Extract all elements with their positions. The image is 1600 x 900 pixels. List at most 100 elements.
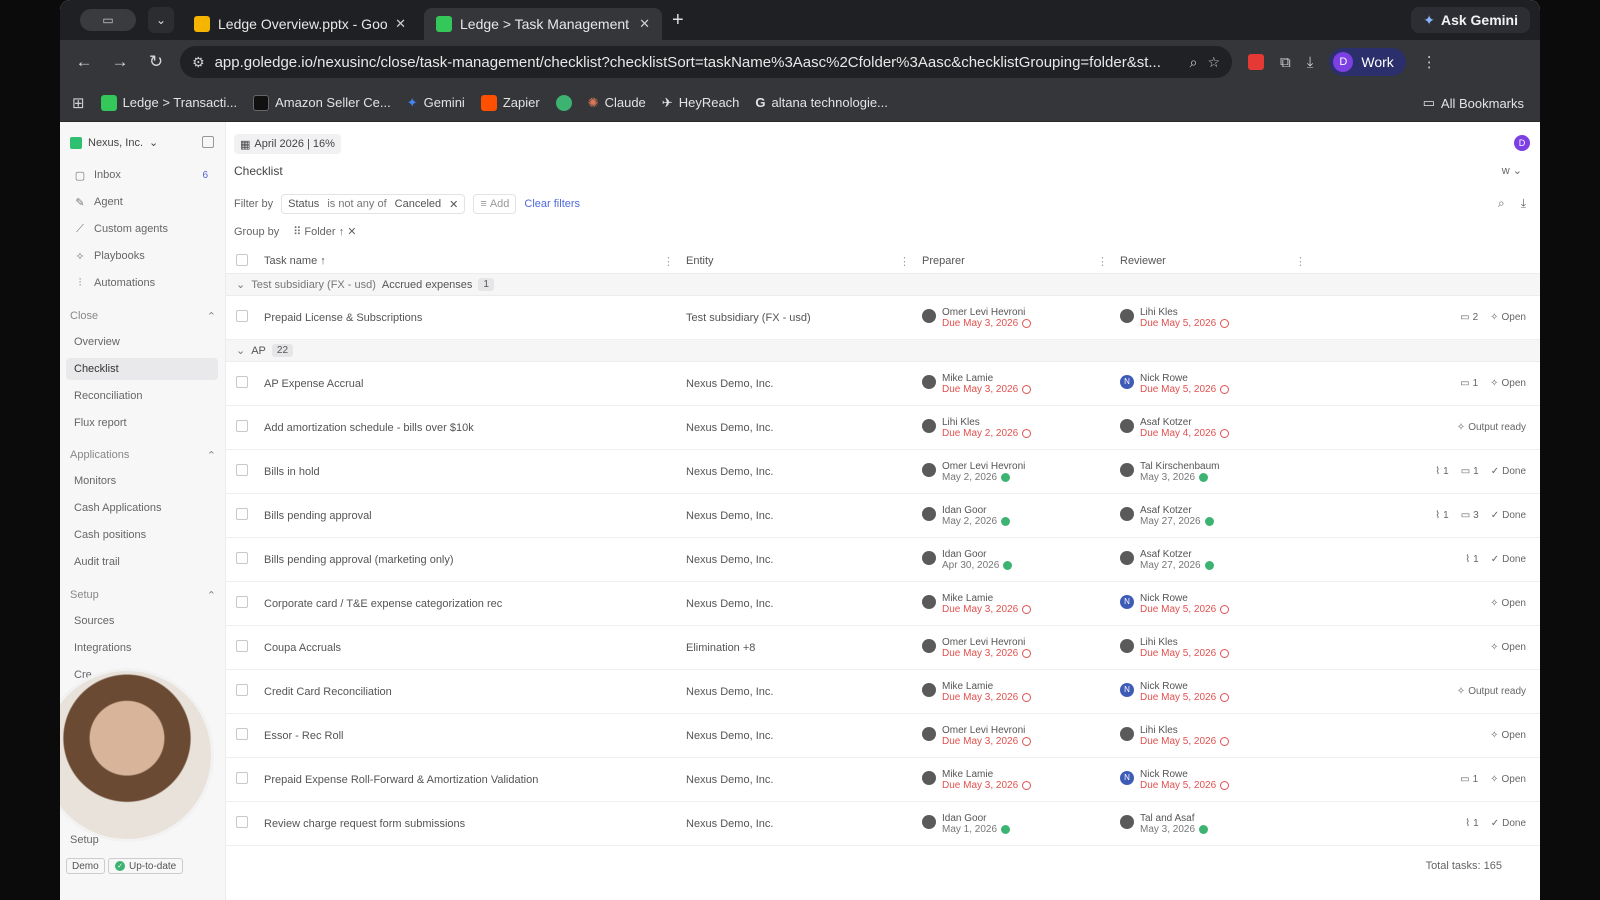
sidebar-collapse-icon[interactable] bbox=[202, 136, 214, 148]
reviewer[interactable]: Lihi Kles Due May 5, 2026 bbox=[1120, 307, 1230, 329]
remove-group-icon[interactable]: ✕ bbox=[347, 226, 356, 238]
preparer-cell[interactable]: Idan Goor May 2, 2026 bbox=[922, 505, 1120, 527]
extensions-puzzle-icon[interactable]: ⧉ bbox=[1280, 54, 1291, 71]
tab-task-management[interactable]: Ledge > Task Management ✕ bbox=[424, 8, 662, 40]
status-badge[interactable]: ✧ Output ready bbox=[1457, 686, 1526, 697]
column-menu-icon[interactable]: ⋮ bbox=[899, 255, 910, 268]
reviewer-cell[interactable]: Tal and Asaf May 3, 2026 bbox=[1120, 813, 1318, 835]
download-icon[interactable]: ⤓ bbox=[1521, 196, 1526, 211]
folder-group-row[interactable]: ⌄ Test subsidiary (FX - usd) Accrued expen… bbox=[226, 274, 1540, 296]
setup-link[interactable]: Setup bbox=[70, 834, 99, 846]
table-row[interactable]: Add amortization schedule - bills over $… bbox=[226, 406, 1540, 450]
attachment-count[interactable]: ⌇ 1 bbox=[1465, 554, 1478, 565]
bookmark-star-icon[interactable]: ☆ bbox=[1207, 54, 1220, 71]
sidebar-item-custom-agents[interactable]: ⟋ Custom agents bbox=[66, 218, 218, 240]
task-name[interactable]: Prepaid License & Subscriptions bbox=[264, 312, 686, 324]
reload-icon[interactable]: ↻ bbox=[138, 52, 174, 72]
status-badge[interactable]: ✧ Output ready bbox=[1457, 422, 1526, 433]
reviewer-cell[interactable]: Asaf Kotzer May 27, 2026 bbox=[1120, 505, 1318, 527]
bookmark-heyreach[interactable]: ✈ HeyReach bbox=[662, 95, 740, 111]
preparer[interactable]: Idan Goor May 1, 2026 bbox=[922, 813, 1011, 835]
row-checkbox[interactable] bbox=[236, 772, 248, 784]
task-name[interactable]: Corporate card / T&E expense categorizat… bbox=[264, 598, 686, 610]
status-filter-chip[interactable]: Status is not any of Canceled ✕ bbox=[281, 194, 466, 214]
section-applications[interactable]: Applications ⌃ bbox=[70, 449, 216, 462]
table-row[interactable]: Coupa Accruals Elimination +8 Omer Levi He… bbox=[226, 626, 1540, 670]
status-badge[interactable]: ✓ Done bbox=[1491, 818, 1526, 829]
reviewer[interactable]: N Nick Rowe Due May 5, 2026 bbox=[1120, 769, 1230, 791]
column-task-name[interactable]: Task name ↑ ⋮ bbox=[264, 255, 686, 268]
sort-asc-icon[interactable]: ↑ bbox=[339, 226, 345, 238]
table-row[interactable]: Prepaid Expense Roll-Forward & Amortizat… bbox=[226, 758, 1540, 802]
preparer-cell[interactable]: Mike Lamie Due May 3, 2026 bbox=[922, 593, 1120, 615]
sidebar-item-checklist[interactable]: Checklist bbox=[66, 358, 218, 380]
attachment-count[interactable]: ⌇ 1 bbox=[1465, 818, 1478, 829]
column-menu-icon[interactable]: ⋮ bbox=[1295, 255, 1306, 268]
table-row[interactable]: Bills pending approval Nexus Demo, Inc. Id… bbox=[226, 494, 1540, 538]
sidebar-item-cash-applications[interactable]: Cash Applications bbox=[66, 497, 218, 519]
apps-grid-icon[interactable]: ⊞ bbox=[72, 94, 85, 112]
row-checkbox[interactable] bbox=[236, 420, 248, 432]
attachment-count[interactable]: ⌇ 1 bbox=[1435, 466, 1448, 477]
reviewer[interactable]: Asaf Kotzer May 27, 2026 bbox=[1120, 505, 1214, 527]
reviewer-cell[interactable]: N Nick Rowe Due May 5, 2026 bbox=[1120, 769, 1318, 791]
preparer-cell[interactable]: Omer Levi Hevroni Due May 3, 2026 bbox=[922, 637, 1120, 659]
reviewer-cell[interactable]: Lihi Kles Due May 5, 2026 bbox=[1120, 307, 1318, 329]
search-icon[interactable]: ⌕ bbox=[1498, 196, 1505, 211]
reviewer[interactable]: Lihi Kles Due May 5, 2026 bbox=[1120, 637, 1230, 659]
remove-filter-icon[interactable]: ✕ bbox=[449, 198, 458, 211]
site-info-icon[interactable]: ⚙ bbox=[192, 54, 205, 71]
reviewer[interactable]: Tal and Asaf May 3, 2026 bbox=[1120, 813, 1209, 835]
close-tab-icon[interactable]: ✕ bbox=[639, 16, 650, 32]
bookmark-claude[interactable]: ✺ Claude bbox=[588, 95, 646, 111]
status-badge[interactable]: ✧ Open bbox=[1490, 730, 1526, 741]
preparer-cell[interactable]: Lihi Kles Due May 2, 2026 bbox=[922, 417, 1120, 439]
comment-count[interactable]: ▭ 2 bbox=[1460, 312, 1478, 323]
task-name[interactable]: Add amortization schedule - bills over $… bbox=[264, 422, 686, 434]
row-checkbox[interactable] bbox=[236, 310, 248, 322]
task-name[interactable]: AP Expense Accrual bbox=[264, 378, 686, 390]
new-tab-button[interactable]: + bbox=[672, 9, 684, 32]
row-checkbox[interactable] bbox=[236, 684, 248, 696]
chevron-down-icon[interactable]: ⌄ bbox=[236, 344, 245, 357]
reviewer-cell[interactable]: N Nick Rowe Due May 5, 2026 bbox=[1120, 373, 1318, 395]
table-row[interactable]: Prepaid License & Subscriptions Test subs… bbox=[226, 296, 1540, 340]
preparer[interactable]: Omer Levi Hevroni Due May 3, 2026 bbox=[922, 637, 1032, 659]
reviewer-cell[interactable]: Lihi Kles Due May 5, 2026 bbox=[1120, 725, 1318, 747]
preparer[interactable]: Mike Lamie Due May 3, 2026 bbox=[922, 593, 1032, 615]
sidebar-item-playbooks[interactable]: ✧ Playbooks bbox=[66, 245, 218, 267]
column-menu-icon[interactable]: ⋮ bbox=[1097, 255, 1108, 268]
sidebar-item-automations[interactable]: ⫶ Automations bbox=[66, 272, 218, 294]
table-row[interactable]: Essor - Rec Roll Nexus Demo, Inc. Omer Lev… bbox=[226, 714, 1540, 758]
column-preparer[interactable]: Preparer ⋮ bbox=[922, 255, 1120, 268]
all-bookmarks[interactable]: ▭ All Bookmarks bbox=[1423, 95, 1524, 111]
bookmark-gemini[interactable]: ✦ Gemini bbox=[407, 95, 465, 111]
comment-count[interactable]: ▭ 3 bbox=[1461, 510, 1479, 521]
preparer[interactable]: Mike Lamie Due May 3, 2026 bbox=[922, 681, 1032, 703]
sidebar-item-flux-report[interactable]: Flux report bbox=[66, 412, 218, 434]
status-badge[interactable]: ✓ Done bbox=[1491, 510, 1526, 521]
extension-icon[interactable] bbox=[1248, 54, 1264, 70]
task-name[interactable]: Review charge request form submissions bbox=[264, 818, 686, 830]
sidebar-item-sources[interactable]: Sources bbox=[66, 610, 218, 632]
preparer-cell[interactable]: Mike Lamie Due May 3, 2026 bbox=[922, 373, 1120, 395]
column-entity[interactable]: Entity ⋮ bbox=[686, 255, 922, 268]
chevron-down-icon[interactable]: ⌄ bbox=[236, 278, 245, 291]
preparer-cell[interactable]: Omer Levi Hevroni May 2, 2026 bbox=[922, 461, 1120, 483]
reviewer-cell[interactable]: Tal Kirschenbaum May 3, 2026 bbox=[1120, 461, 1318, 483]
section-close[interactable]: Close ⌃ bbox=[70, 310, 216, 323]
row-checkbox[interactable] bbox=[236, 464, 248, 476]
bookmark-ledge[interactable]: Ledge > Transacti... bbox=[100, 94, 237, 111]
sort-asc-icon[interactable]: ↑ bbox=[320, 255, 326, 267]
reviewer-cell[interactable]: N Nick Rowe Due May 5, 2026 bbox=[1120, 681, 1318, 703]
preparer[interactable]: Mike Lamie Due May 3, 2026 bbox=[922, 373, 1032, 395]
row-checkbox[interactable] bbox=[236, 816, 248, 828]
table-row[interactable]: Credit Card Reconciliation Nexus Demo, In… bbox=[226, 670, 1540, 714]
user-avatar[interactable]: D bbox=[1514, 135, 1530, 151]
status-badge[interactable]: ✓ Done bbox=[1491, 554, 1526, 565]
status-badge[interactable]: ✧ Open bbox=[1490, 598, 1526, 609]
task-name[interactable]: Bills pending approval bbox=[264, 510, 686, 522]
preparer[interactable]: Idan Goor Apr 30, 2026 bbox=[922, 549, 1013, 571]
bookmark-leaf[interactable] bbox=[555, 94, 572, 111]
reviewer[interactable]: Asaf Kotzer Due May 4, 2026 bbox=[1120, 417, 1230, 439]
